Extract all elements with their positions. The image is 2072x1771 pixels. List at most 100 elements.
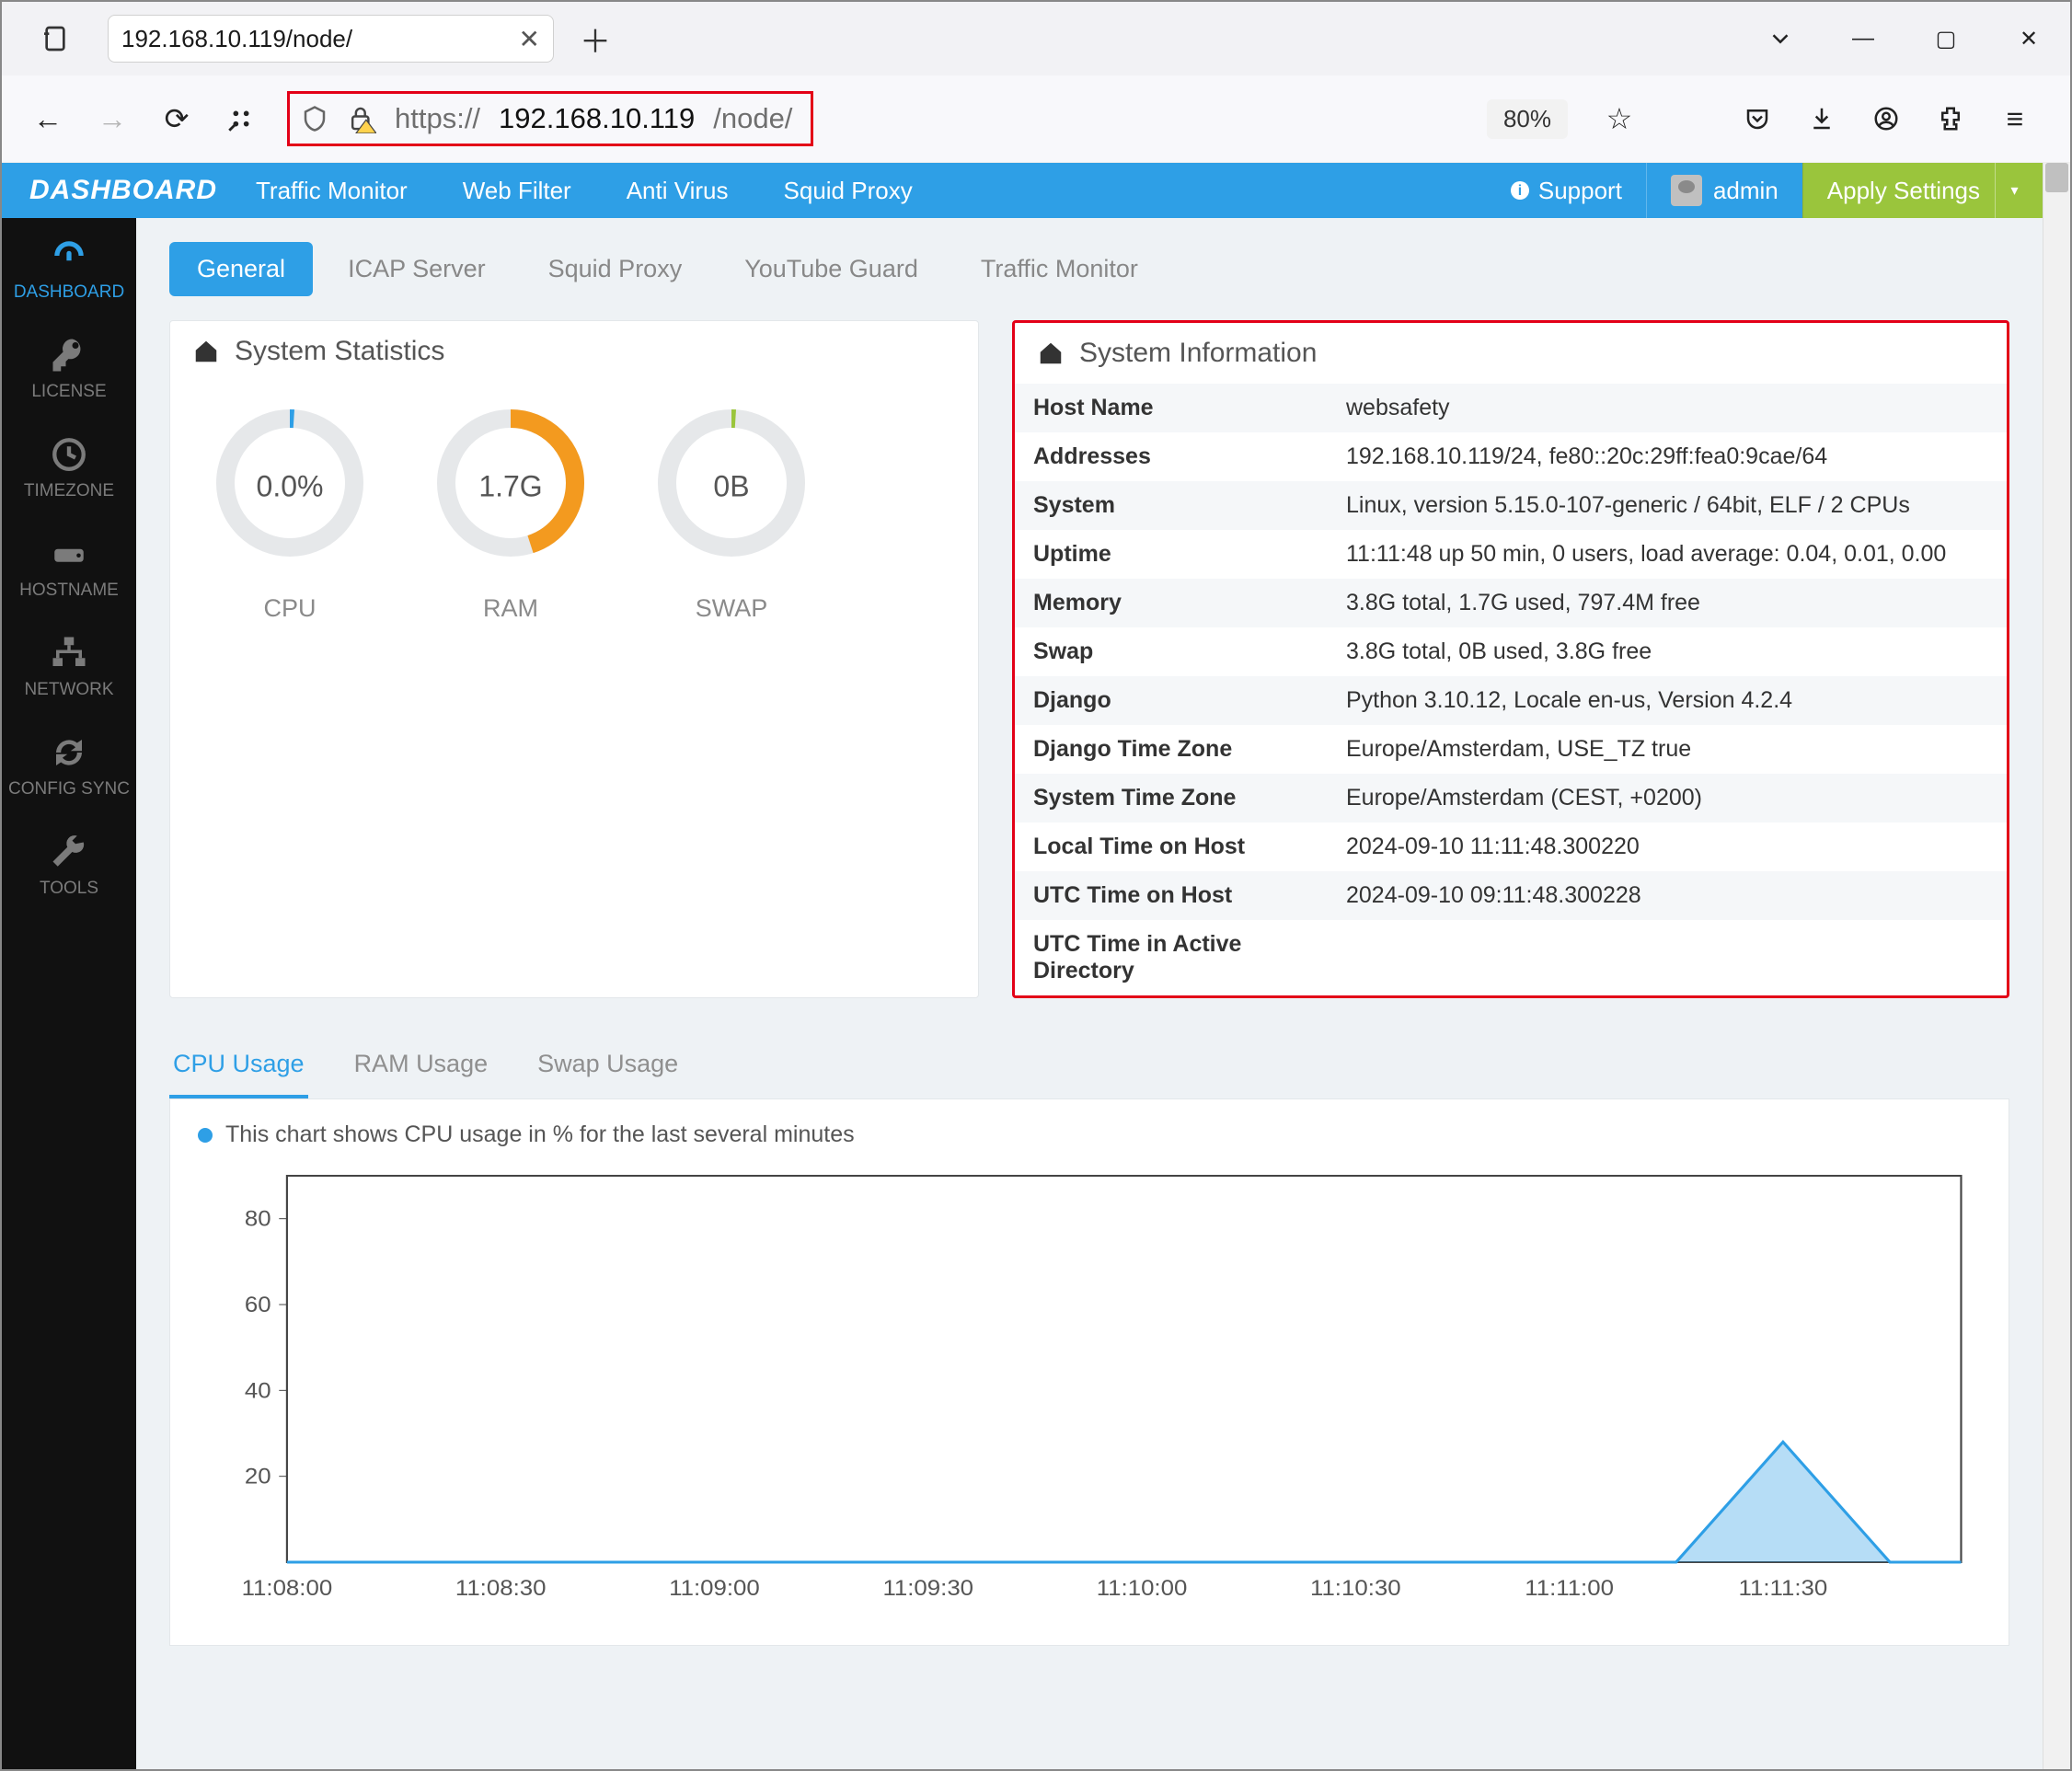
- subtab-ram usage[interactable]: RAM Usage: [351, 1037, 492, 1098]
- donut-label: SWAP: [649, 594, 814, 623]
- downloads-icon[interactable]: [1803, 100, 1840, 137]
- sidebar-item-timezone[interactable]: TIMEZONE: [2, 417, 136, 516]
- table-row: Local Time on Host 2024-09-10 11:11:48.3…: [1015, 822, 2007, 871]
- table-row: Memory 3.8G total, 1.7G used, 797.4M fre…: [1015, 579, 2007, 627]
- pocket-icon[interactable]: [1739, 100, 1776, 137]
- info-value: 3.8G total, 1.7G used, 797.4M free: [1328, 579, 2007, 627]
- support-label: Support: [1538, 177, 1622, 205]
- recent-icon[interactable]: [37, 20, 74, 57]
- home-icon: [1037, 339, 1065, 367]
- brand[interactable]: DASHBOARD: [2, 175, 228, 206]
- tab-icap server[interactable]: ICAP Server: [320, 242, 513, 296]
- chevron-down-icon[interactable]: ▾: [1995, 163, 2019, 218]
- sidebar-item-network[interactable]: NETWORK: [2, 615, 136, 715]
- svg-text:11:09:30: 11:09:30: [882, 1576, 973, 1601]
- info-value: 11:11:48 up 50 min, 0 users, load averag…: [1328, 530, 2007, 579]
- donut-swap: 0B SWAP: [649, 400, 814, 623]
- table-row: UTC Time on Host 2024-09-10 09:11:48.300…: [1015, 871, 2007, 920]
- support-link[interactable]: i Support: [1485, 177, 1646, 205]
- content: GeneralICAP ServerSquid ProxyYouTube Gua…: [136, 218, 2043, 1769]
- tabs-overview-icon[interactable]: [1739, 2, 1822, 75]
- sidebar-item-label: DASHBOARD: [14, 282, 124, 303]
- svg-text:80: 80: [245, 1206, 271, 1231]
- window-maximize-button[interactable]: ▢: [1905, 2, 1987, 75]
- dashboard-icon: [50, 236, 88, 275]
- table-row: Host Name websafety: [1015, 384, 2007, 432]
- svg-text:20: 20: [245, 1464, 271, 1489]
- app-menu-icon[interactable]: ≡: [1997, 100, 2033, 137]
- reload-button[interactable]: ⟳: [158, 100, 195, 137]
- extensions-icon[interactable]: [1932, 100, 1969, 137]
- donut-label: RAM: [428, 594, 593, 623]
- sidebar-item-label: LICENSE: [31, 382, 106, 402]
- browser-tab[interactable]: 192.168.10.119/node/ ✕: [108, 15, 554, 63]
- info-key: Memory: [1015, 579, 1328, 627]
- tab-youtube guard[interactable]: YouTube Guard: [717, 242, 946, 296]
- browser-tab-title: 192.168.10.119/node/: [121, 25, 352, 53]
- svg-text:11:10:00: 11:10:00: [1097, 1576, 1188, 1601]
- table-row: Django Time Zone Europe/Amsterdam, USE_T…: [1015, 725, 2007, 774]
- sync-icon: [50, 733, 88, 772]
- tab-traffic monitor[interactable]: Traffic Monitor: [953, 242, 1166, 296]
- donut-cpu: 0.0% CPU: [207, 400, 373, 623]
- url-host: 192.168.10.119: [499, 102, 695, 135]
- system-information-card: System Information Host Name websafety A…: [1012, 320, 2009, 998]
- apply-settings-button[interactable]: Apply Settings ▾: [1802, 163, 2043, 218]
- url-path: /node/: [713, 102, 792, 135]
- topnav-item-1[interactable]: Web Filter: [435, 163, 599, 218]
- new-tab-button[interactable]: ＋: [572, 17, 618, 62]
- svg-text:11:10:30: 11:10:30: [1310, 1576, 1401, 1601]
- cpu-usage-chart: 2040608011:08:0011:08:3011:09:0011:09:30…: [198, 1157, 1981, 1608]
- info-value: 2024-09-10 11:11:48.300220: [1328, 822, 2007, 871]
- shield-icon: [301, 105, 328, 132]
- drive-icon: [50, 535, 88, 573]
- info-key: Addresses: [1015, 432, 1328, 481]
- table-row: System Time Zone Europe/Amsterdam (CEST,…: [1015, 774, 2007, 822]
- info-value: Europe/Amsterdam (CEST, +0200): [1328, 774, 2007, 822]
- sidebar-item-dashboard[interactable]: DASHBOARD: [2, 218, 136, 317]
- sidebar-item-config sync[interactable]: CONFIG SYNC: [2, 715, 136, 814]
- svg-text:1.7G: 1.7G: [478, 469, 542, 502]
- info-key: Swap: [1015, 627, 1328, 676]
- address-bar[interactable]: https://192.168.10.119/node/: [287, 91, 813, 146]
- svg-text:40: 40: [245, 1378, 271, 1403]
- bookmark-star-icon[interactable]: ☆: [1601, 100, 1638, 137]
- table-row: Uptime 11:11:48 up 50 min, 0 users, load…: [1015, 530, 2007, 579]
- page-scrollbar[interactable]: [2043, 163, 2070, 1769]
- zoom-badge[interactable]: 80%: [1487, 99, 1568, 139]
- sidebar-item-label: CONFIG SYNC: [8, 779, 130, 799]
- info-value: 2024-09-10 09:11:48.300228: [1328, 871, 2007, 920]
- sidebar-item-hostname[interactable]: HOSTNAME: [2, 516, 136, 615]
- svg-text:0B: 0B: [713, 469, 749, 502]
- info-key: Django Time Zone: [1015, 725, 1328, 774]
- topnav-item-3[interactable]: Squid Proxy: [756, 163, 940, 218]
- subtab-swap usage[interactable]: Swap Usage: [534, 1037, 682, 1098]
- svg-text:11:08:00: 11:08:00: [242, 1576, 333, 1601]
- back-button[interactable]: ←: [29, 100, 66, 137]
- window-close-button[interactable]: ✕: [1987, 2, 2070, 75]
- sidebar-item-label: TIMEZONE: [24, 481, 114, 501]
- window-minimize-button[interactable]: —: [1822, 2, 1905, 75]
- user-menu[interactable]: admin: [1646, 163, 1802, 218]
- subtab-cpu usage[interactable]: CPU Usage: [169, 1037, 308, 1098]
- account-icon[interactable]: [1868, 100, 1905, 137]
- info-key: Local Time on Host: [1015, 822, 1328, 871]
- cpu-chart-panel: This chart shows CPU usage in % for the …: [169, 1099, 2009, 1646]
- sidebar-item-license[interactable]: LICENSE: [2, 317, 136, 417]
- clock-icon: [50, 435, 88, 474]
- sidebar-item-label: HOSTNAME: [19, 581, 119, 601]
- info-icon: i: [1509, 179, 1531, 201]
- topnav-item-0[interactable]: Traffic Monitor: [228, 163, 435, 218]
- info-value: websafety: [1328, 384, 2007, 432]
- sidebar-item-tools[interactable]: TOOLS: [2, 814, 136, 914]
- user-name: admin: [1713, 177, 1778, 205]
- tab-squid proxy[interactable]: Squid Proxy: [521, 242, 710, 296]
- forward-button: →: [94, 100, 131, 137]
- topnav-item-2[interactable]: Anti Virus: [599, 163, 756, 218]
- info-value: Europe/Amsterdam, USE_TZ true: [1328, 725, 2007, 774]
- tab-general[interactable]: General: [169, 242, 313, 296]
- info-key: System Time Zone: [1015, 774, 1328, 822]
- devtools-icon[interactable]: [223, 100, 259, 137]
- close-tab-icon[interactable]: ✕: [519, 24, 540, 54]
- svg-text:11:11:30: 11:11:30: [1739, 1576, 1828, 1601]
